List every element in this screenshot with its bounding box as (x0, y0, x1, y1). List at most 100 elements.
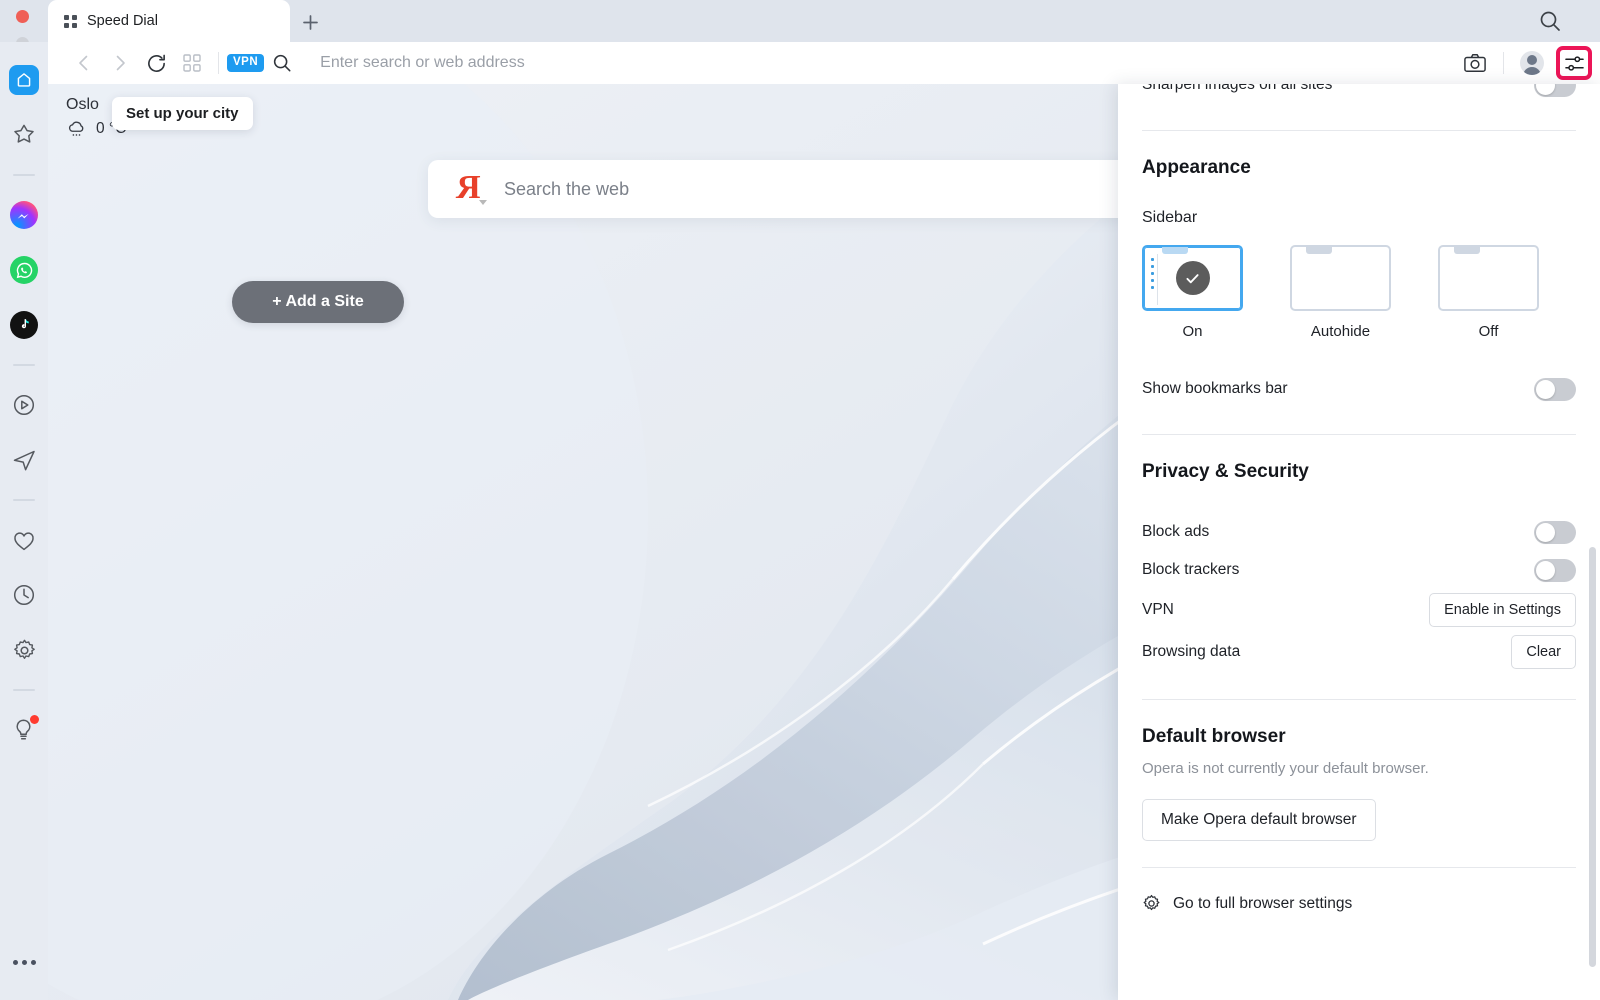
sidebar-setting-label: Sidebar (1142, 209, 1198, 226)
gear-icon (1143, 894, 1160, 911)
section-divider-3 (1142, 699, 1576, 700)
vpn-badge[interactable]: VPN (227, 54, 265, 72)
speed-dial-grid-icon (64, 14, 77, 28)
go-to-full-settings-link[interactable]: Go to full browser settings (1142, 894, 1576, 913)
vpn-enable-in-settings-button[interactable]: Enable in Settings (1429, 593, 1576, 627)
sidebar-divider-3 (13, 499, 35, 501)
sidebar-item-telegram[interactable] (8, 444, 40, 476)
check-icon (1175, 261, 1210, 295)
tab-strip: Speed Dial (0, 0, 1600, 77)
sidebar-option-autohide[interactable]: Autohide (1290, 245, 1391, 340)
section-divider-1 (1142, 130, 1576, 131)
sidebar-divider-4 (13, 689, 35, 691)
telegram-icon (13, 450, 35, 470)
row-vpn[interactable]: VPN Enable in Settings (1142, 589, 1576, 631)
reload-button[interactable] (138, 48, 174, 78)
caret-down-icon[interactable] (479, 200, 487, 205)
sidebar-item-settings[interactable] (8, 634, 40, 666)
new-tab-button[interactable] (296, 8, 324, 36)
speed-dial-button[interactable] (174, 48, 210, 78)
sidebar-item-tips[interactable] (8, 714, 40, 746)
snapshot-button[interactable] (1457, 48, 1493, 78)
sidebar-item-messenger[interactable] (8, 199, 40, 231)
sidebar-option-label: Autohide (1310, 323, 1371, 340)
row-label: Block ads (1142, 523, 1210, 540)
default-browser-heading: Default browser (1142, 726, 1286, 747)
default-browser-description: Opera is not currently your default brow… (1142, 760, 1429, 777)
row-sharpen-images[interactable]: Sharpen images on all sites (1142, 84, 1576, 104)
camera-icon (1464, 54, 1486, 72)
sharpen-images-toggle[interactable] (1534, 84, 1576, 97)
address-input[interactable]: Enter search or web address (300, 54, 1457, 72)
row-label: Show bookmarks bar (1142, 380, 1288, 397)
yandex-logo[interactable]: R (456, 169, 487, 206)
sidebar-option-off[interactable]: Off (1438, 245, 1539, 340)
messenger-icon (10, 201, 38, 229)
row-browsing-data[interactable]: Browsing data Clear (1142, 631, 1576, 673)
privacy-heading: Privacy & Security (1142, 461, 1309, 482)
chevron-left-icon (79, 55, 88, 71)
block-trackers-toggle[interactable] (1534, 558, 1576, 582)
tab-search-icon[interactable] (1538, 9, 1562, 33)
toolbar-divider (218, 52, 219, 74)
show-bookmarks-bar-toggle[interactable] (1534, 377, 1576, 401)
whatsapp-icon (10, 256, 38, 284)
row-block-ads[interactable]: Block ads (1142, 513, 1576, 551)
sidebar-option-autohide-thumbnail[interactable] (1290, 245, 1391, 311)
speed-dial-search-box[interactable]: R Search the web (428, 160, 1184, 218)
forward-button[interactable] (102, 48, 138, 78)
sidebar-item-history[interactable] (8, 579, 40, 611)
sidebar-option-label: On (1182, 323, 1203, 340)
grid-icon (183, 54, 201, 72)
sidebar-item-tiktok[interactable] (8, 309, 40, 341)
plus-icon (302, 14, 318, 30)
search-input[interactable]: Search the web (504, 179, 629, 200)
left-sidebar (0, 42, 48, 1000)
sidebar-divider (13, 174, 35, 176)
sidebar-more-button[interactable] (0, 960, 48, 965)
row-block-trackers[interactable]: Block trackers (1142, 551, 1576, 589)
sidebar-option-on-thumbnail[interactable] (1142, 245, 1243, 311)
clear-browsing-data-button[interactable]: Clear (1511, 635, 1576, 669)
toolbar-divider-2 (1503, 52, 1504, 74)
row-label: Block trackers (1142, 561, 1240, 578)
toolbar-right-actions (1457, 46, 1600, 80)
sidebar-item-home[interactable] (8, 64, 40, 96)
sidebar-item-whatsapp[interactable] (8, 254, 40, 286)
section-divider-4 (1142, 867, 1576, 868)
heart-icon (14, 531, 34, 550)
tab-speed-dial[interactable]: Speed Dial (48, 0, 290, 42)
browser-toolbar: VPN Enter search or web address (48, 42, 1600, 84)
row-label: VPN (1142, 601, 1174, 618)
sliders-icon (1564, 55, 1584, 71)
appearance-heading: Appearance (1142, 157, 1251, 178)
sidebar-item-bookmarks[interactable] (8, 119, 40, 151)
back-button[interactable] (66, 48, 102, 78)
address-search-icon[interactable] (264, 48, 300, 78)
close-window-button[interactable] (16, 10, 29, 23)
row-show-bookmarks-bar[interactable]: Show bookmarks bar (1142, 370, 1576, 408)
section-divider-2 (1142, 434, 1576, 435)
tiktok-icon (10, 311, 38, 339)
home-icon (9, 65, 39, 95)
block-ads-toggle[interactable] (1534, 520, 1576, 544)
sidebar-option-label: Off (1478, 323, 1499, 340)
weather-tooltip: Set up your city (112, 97, 253, 130)
make-opera-default-button[interactable]: Make Opera default browser (1142, 799, 1376, 841)
sidebar-option-off-thumbnail[interactable] (1438, 245, 1539, 311)
reload-icon (147, 54, 165, 72)
chevron-right-icon (116, 55, 125, 71)
row-label: Browsing data (1142, 643, 1241, 660)
sidebar-item-pinboards[interactable] (8, 524, 40, 556)
sidebar-item-player[interactable] (8, 389, 40, 421)
easy-setup-button[interactable] (1556, 46, 1592, 80)
browser-window: Speed Dial VPN Enter search or web addre… (0, 0, 1600, 1000)
avatar-icon (1520, 51, 1544, 75)
sidebar-mode-options: On Autohide Off (1142, 245, 1576, 340)
add-a-site-button[interactable]: + Add a Site (232, 281, 404, 323)
panel-scrollbar[interactable] (1589, 547, 1596, 967)
clock-icon (13, 584, 35, 606)
sidebar-option-on[interactable]: On (1142, 245, 1243, 340)
gear-icon (13, 639, 35, 659)
profile-button[interactable] (1514, 48, 1550, 78)
